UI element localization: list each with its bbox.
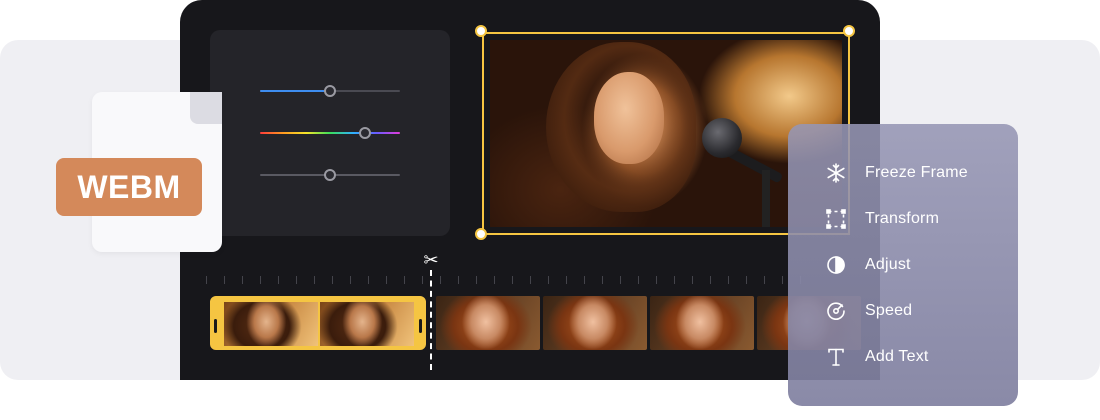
menu-item-transform[interactable]: Transform bbox=[824, 205, 939, 233]
transform-icon bbox=[824, 207, 848, 231]
hue-slider-knob[interactable] bbox=[359, 127, 371, 139]
menu-item-speed[interactable]: Speed bbox=[824, 297, 912, 325]
menu-item-label: Add Text bbox=[865, 348, 929, 365]
adjust-panel bbox=[210, 30, 450, 236]
blue-slider[interactable] bbox=[260, 85, 400, 97]
preview-mic-stand bbox=[762, 170, 770, 227]
document-fold bbox=[190, 92, 222, 124]
strip-frame bbox=[543, 296, 647, 350]
preview-face bbox=[594, 72, 664, 164]
menu-item-adjust[interactable]: Adjust bbox=[824, 251, 911, 279]
clip-frame bbox=[320, 302, 414, 346]
menu-item-add-text[interactable]: Add Text bbox=[824, 343, 929, 371]
menu-item-label: Speed bbox=[865, 302, 913, 319]
resize-handle-bottom-left[interactable] bbox=[475, 228, 487, 240]
menu-item-label: Transform bbox=[865, 210, 940, 227]
context-menu: Freeze Frame Transform Adjust Speed Add … bbox=[788, 124, 1018, 406]
speed-icon bbox=[824, 299, 848, 323]
strip-frame bbox=[436, 296, 540, 350]
blue-slider-fill bbox=[260, 90, 330, 92]
snowflake-icon bbox=[824, 161, 848, 185]
resize-handle-top-left[interactable] bbox=[475, 25, 487, 37]
strip-frame bbox=[650, 296, 754, 350]
clip-trim-handle-left[interactable] bbox=[214, 319, 217, 333]
blue-slider-knob[interactable] bbox=[324, 85, 336, 97]
playhead[interactable] bbox=[430, 270, 432, 370]
menu-item-freeze-frame[interactable]: Freeze Frame bbox=[824, 159, 968, 187]
resize-handle-top-right[interactable] bbox=[843, 25, 855, 37]
gray-slider-knob[interactable] bbox=[324, 169, 336, 181]
editor-window: ✂ bbox=[180, 0, 880, 380]
text-icon bbox=[824, 345, 848, 369]
file-format-badge: WEBM bbox=[56, 158, 202, 216]
scissors-icon[interactable]: ✂ bbox=[420, 250, 442, 272]
menu-item-label: Adjust bbox=[865, 256, 911, 273]
adjust-icon bbox=[824, 253, 848, 277]
selected-clip[interactable] bbox=[210, 296, 426, 350]
clip-frame bbox=[224, 302, 318, 346]
gray-slider[interactable] bbox=[260, 169, 400, 181]
preview-microphone bbox=[702, 118, 742, 158]
menu-item-label: Freeze Frame bbox=[865, 164, 968, 181]
timeline-ruler bbox=[206, 276, 806, 284]
hue-slider[interactable] bbox=[260, 127, 400, 139]
clip-trim-handle-right[interactable] bbox=[419, 319, 422, 333]
